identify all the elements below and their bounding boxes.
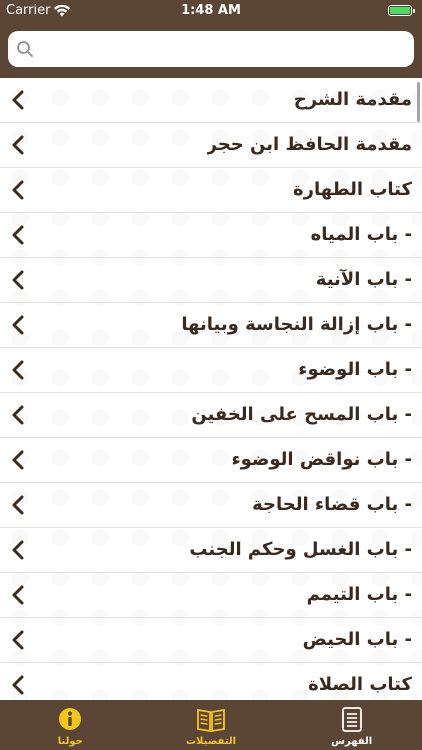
list-item-label: - باب التيمم <box>306 584 412 605</box>
chevron-left-icon <box>12 225 24 245</box>
scrollbar[interactable] <box>417 82 420 122</box>
search-input[interactable] <box>40 31 404 67</box>
chevron-left-icon <box>12 135 24 155</box>
header: Carrier 1:48 AM <box>0 0 422 78</box>
list-item-label: كتاب الطهارة <box>292 179 412 200</box>
tab-preferences[interactable]: التفضيلات <box>141 700 282 750</box>
search-box[interactable] <box>8 31 414 67</box>
tab-label-about: حولنا <box>57 736 83 747</box>
list-item-label: - باب الوضوء <box>298 359 412 380</box>
list-item-label: - باب نواقض الوضوء <box>231 449 412 470</box>
index-list-icon <box>341 707 362 732</box>
list-item[interactable]: - باب إزالة النجاسة وبيانها <box>0 303 422 348</box>
list-item[interactable]: - باب الحيض <box>0 618 422 663</box>
list-item-label: - باب الآنية <box>315 269 412 290</box>
chevron-left-icon <box>12 675 24 695</box>
battery-fill <box>390 7 410 14</box>
tab-label-index: الفهرس <box>331 736 373 747</box>
status-time: 1:48 AM <box>181 3 241 18</box>
list-item[interactable]: - باب التيمم <box>0 573 422 618</box>
status-bar: Carrier 1:48 AM <box>0 0 422 22</box>
chevron-left-icon <box>12 315 24 335</box>
list-item-label: - باب الغسل وحكم الجنب <box>189 539 412 560</box>
chevron-left-icon <box>12 90 24 110</box>
list-item-label: - باب المسح على الخفين <box>191 404 412 425</box>
chevron-left-icon <box>12 360 24 380</box>
list-item[interactable]: كتاب الصلاة <box>0 663 422 700</box>
list-item[interactable]: - باب المسح على الخفين <box>0 393 422 438</box>
list-item[interactable]: - باب قضاء الحاجة <box>0 483 422 528</box>
list-item[interactable]: - باب الآنية <box>0 258 422 303</box>
list-item-label: - باب الحيض <box>302 629 412 650</box>
list-item-label: كتاب الصلاة <box>308 674 412 695</box>
tab-label-preferences: التفضيلات <box>185 736 237 747</box>
list-item[interactable]: - باب نواقض الوضوء <box>0 438 422 483</box>
list-item-label: - باب قضاء الحاجة <box>252 494 412 515</box>
chapter-list[interactable]: مقدمة الشرح مقدمة الحافظ ابن حجر كتاب الطه… <box>0 78 422 700</box>
tab-index[interactable]: الفهرس <box>281 700 422 750</box>
chevron-left-icon <box>12 450 24 470</box>
list-item-label: - باب إزالة النجاسة وبيانها <box>181 314 412 335</box>
chevron-left-icon <box>12 540 24 560</box>
list-item-label: مقدمة الحافظ ابن حجر <box>206 134 412 155</box>
book-icon <box>197 708 225 733</box>
list-item-label: - باب المياه <box>310 224 412 245</box>
chevron-left-icon <box>12 630 24 650</box>
list-item[interactable]: - باب الوضوء <box>0 348 422 393</box>
list-item[interactable]: مقدمة الشرح <box>0 78 422 123</box>
list-item[interactable]: كتاب الطهارة <box>0 168 422 213</box>
chevron-left-icon <box>12 405 24 425</box>
list-item[interactable]: - باب المياه <box>0 213 422 258</box>
list-item-label: مقدمة الشرح <box>293 89 412 110</box>
tab-about[interactable]: حولنا <box>0 700 141 750</box>
list-item[interactable]: مقدمة الحافظ ابن حجر <box>0 123 422 168</box>
chevron-left-icon <box>12 180 24 200</box>
chevron-left-icon <box>12 270 24 290</box>
tab-bar: حولنا التفضيلات الفهرس <box>0 700 422 750</box>
list-item[interactable]: - باب الغسل وحكم الجنب <box>0 528 422 573</box>
info-icon <box>59 708 82 730</box>
search-icon <box>17 41 33 57</box>
chevron-left-icon <box>12 495 24 515</box>
chevron-left-icon <box>12 585 24 605</box>
battery-icon <box>388 5 415 16</box>
